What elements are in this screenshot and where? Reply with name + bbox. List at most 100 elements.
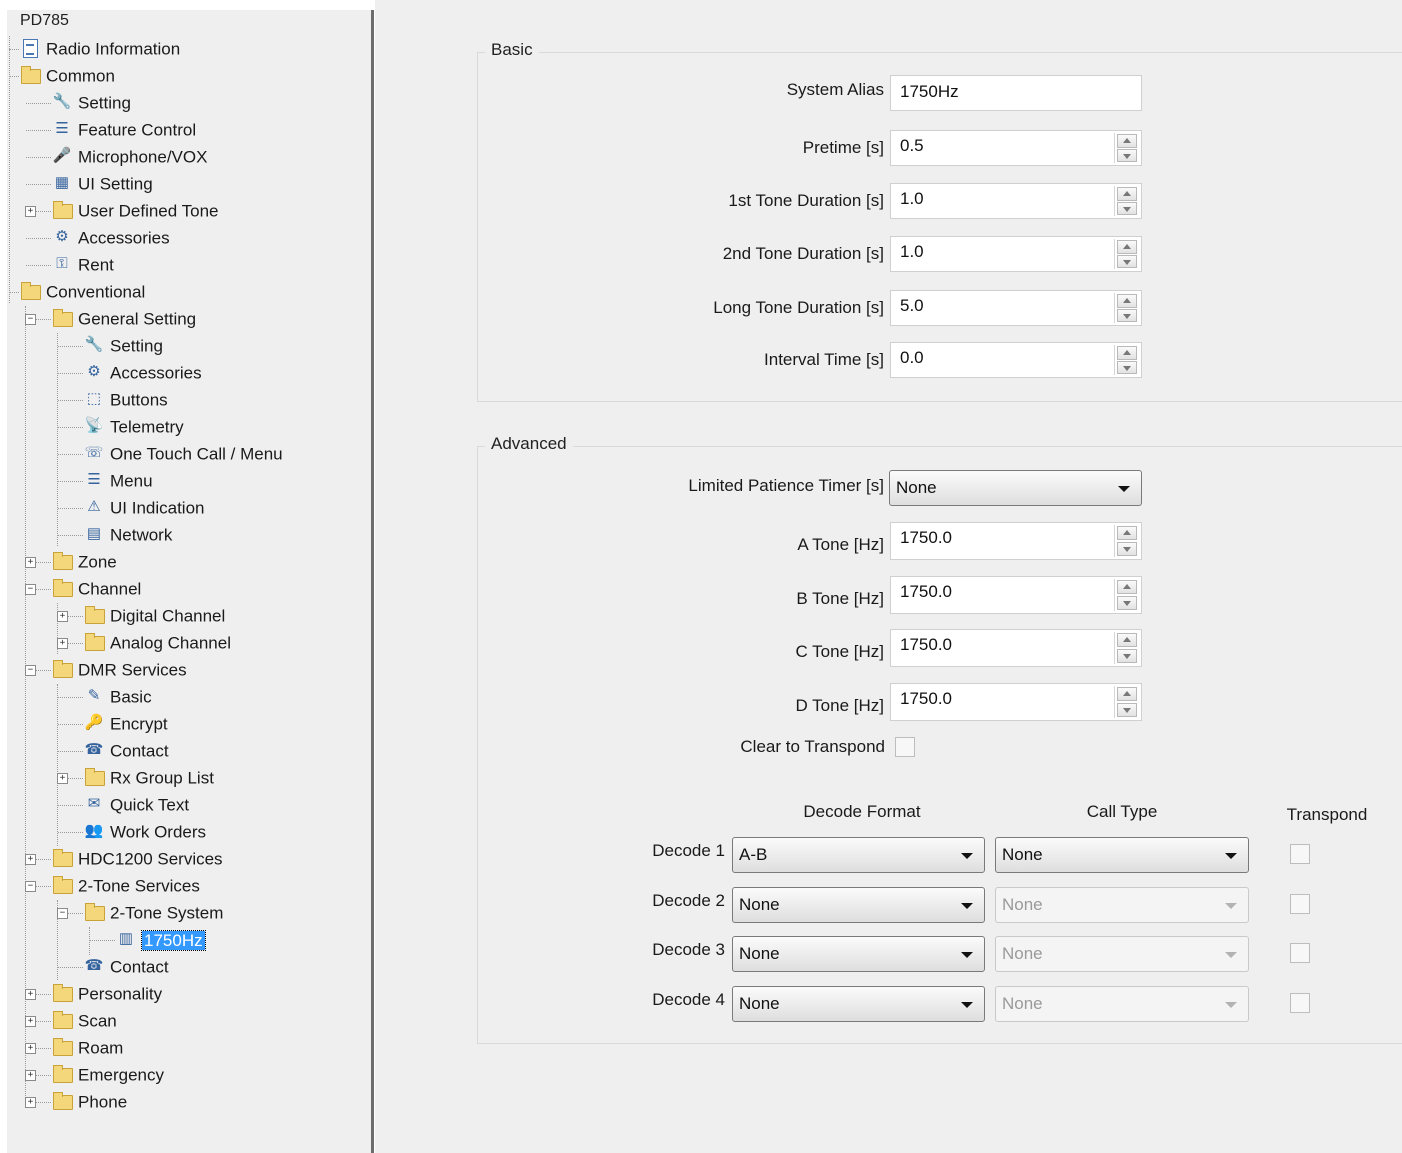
decode-3-format-dropdown[interactable]: None (732, 936, 985, 972)
tree-item-ui-indication[interactable]: ⚠ UI Indication (84, 495, 204, 521)
spin-up-icon[interactable] (1117, 346, 1137, 360)
tree-item-menu[interactable]: ☰ Menu (84, 468, 152, 494)
collapse-icon[interactable]: − (25, 314, 36, 325)
decode-2-transpond-checkbox[interactable] (1290, 894, 1310, 914)
decode-3-transpond-checkbox[interactable] (1290, 943, 1310, 963)
decode-1-format-dropdown[interactable]: A-B (732, 837, 985, 873)
collapse-icon[interactable]: − (25, 584, 36, 595)
tree-item-contact[interactable]: ☎ Contact (84, 738, 169, 764)
tree-item-2-tone-system[interactable]: 2-Tone System (84, 900, 223, 926)
b-tone-hz-spinbox[interactable]: 1750.0 (890, 576, 1142, 614)
expand-icon[interactable]: + (25, 854, 36, 865)
decode-1-transpond-checkbox[interactable] (1290, 844, 1310, 864)
spin-down-icon[interactable] (1117, 541, 1137, 556)
spin-up-icon[interactable] (1117, 687, 1137, 702)
collapse-icon[interactable]: − (25, 881, 36, 892)
tree-item-scan[interactable]: Scan (52, 1008, 117, 1034)
spin-up-icon[interactable] (1117, 187, 1137, 201)
tree-item-one-touch-call-menu[interactable]: ☏ One Touch Call / Menu (84, 441, 283, 467)
tree-item-analog-channel[interactable]: Analog Channel (84, 630, 231, 656)
expand-icon[interactable]: + (25, 557, 36, 568)
tree-item-contact[interactable]: ☎ Contact (84, 954, 169, 980)
a-tone-hz-spinbox[interactable]: 1750.0 (890, 522, 1142, 560)
spin-down-icon[interactable] (1117, 702, 1137, 717)
tree-item-1750hz[interactable]: ▥ 1750Hz (116, 927, 206, 953)
tree-item-general-setting[interactable]: General Setting (52, 306, 196, 332)
tree-item-zone[interactable]: Zone (52, 549, 117, 575)
spin-up-icon[interactable] (1117, 240, 1137, 254)
decode-4-transpond-checkbox[interactable] (1290, 993, 1310, 1013)
tree-item-common[interactable]: Common (20, 63, 115, 89)
tree-item-rx-group-list[interactable]: Rx Group List (84, 765, 214, 791)
tree-item-setting[interactable]: 🔧 Setting (84, 333, 163, 359)
tree-item-basic[interactable]: ✎ Basic (84, 684, 152, 710)
tree-item-hdc1200-services[interactable]: HDC1200 Services (52, 846, 223, 872)
expand-icon[interactable]: + (25, 1043, 36, 1054)
system-alias-input[interactable]: 1750Hz (890, 75, 1142, 111)
spin-up-icon[interactable] (1117, 134, 1137, 148)
c-tone-hz-spinbox[interactable]: 1750.0 (890, 629, 1142, 667)
expand-icon[interactable]: + (25, 1070, 36, 1081)
expand-icon[interactable]: + (57, 611, 68, 622)
tree-item-rent[interactable]: ⚿ Rent (52, 252, 114, 278)
tree-item-accessories[interactable]: ⚙ Accessories (84, 360, 201, 386)
pretime-s-spinbox[interactable]: 0.5 (890, 130, 1142, 166)
tree-item-feature-control[interactable]: ☰ Feature Control (52, 117, 196, 143)
expand-icon[interactable]: + (25, 206, 36, 217)
interval-time-s-spinbox[interactable]: 0.0 (890, 342, 1142, 378)
expand-icon[interactable]: + (25, 1016, 36, 1027)
tree-item-2-tone-services[interactable]: 2-Tone Services (52, 873, 200, 899)
tree-item-telemetry[interactable]: 📡 Telemetry (84, 414, 184, 440)
spin-up-icon[interactable] (1117, 580, 1137, 595)
decode-2-call-type-dropdown: None (995, 887, 1249, 923)
tree-item-quick-text[interactable]: ✉ Quick Text (84, 792, 189, 818)
long-tone-duration-s-spinbox[interactable]: 5.0 (890, 290, 1142, 326)
spin-up-icon[interactable] (1117, 294, 1137, 308)
spin-down-icon[interactable] (1117, 201, 1137, 215)
spin-down-icon[interactable] (1117, 360, 1137, 374)
expand-icon[interactable]: + (25, 1097, 36, 1108)
clear-to-transpond-checkbox[interactable] (895, 737, 915, 757)
tree-item-radio-information[interactable]: Radio Information (20, 36, 180, 62)
tree-item-ui-setting[interactable]: ▦ UI Setting (52, 171, 153, 197)
tree-item-conventional[interactable]: Conventional (20, 279, 145, 305)
tree-item-roam[interactable]: Roam (52, 1035, 123, 1061)
1st-tone-duration-s-spinbox[interactable]: 1.0 (890, 183, 1142, 219)
tree-item-phone[interactable]: Phone (52, 1089, 127, 1115)
spin-down-icon[interactable] (1117, 648, 1137, 663)
tree-item-setting[interactable]: 🔧 Setting (52, 90, 131, 116)
expand-icon[interactable]: + (57, 773, 68, 784)
decode-2-format-dropdown[interactable]: None (732, 887, 985, 923)
spin-up-icon[interactable] (1117, 526, 1137, 541)
spin-down-icon[interactable] (1117, 254, 1137, 268)
spin-down-icon[interactable] (1117, 308, 1137, 322)
expand-icon[interactable]: + (25, 989, 36, 1000)
tree-item-label: Buttons (110, 390, 168, 410)
spin-up-icon[interactable] (1117, 633, 1137, 648)
tree-item-work-orders[interactable]: 👥 Work Orders (84, 819, 206, 845)
spin-down-icon[interactable] (1117, 595, 1137, 610)
tree-item-channel[interactable]: Channel (52, 576, 141, 602)
limited-patience-timer-dropdown[interactable]: None (889, 470, 1142, 506)
tree-item-encrypt[interactable]: 🔑 Encrypt (84, 711, 168, 737)
tree-item-digital-channel[interactable]: Digital Channel (84, 603, 225, 629)
decode-4-format-dropdown[interactable]: None (732, 986, 985, 1022)
collapse-icon[interactable]: − (25, 665, 36, 676)
tree-root-label: PD785 (20, 12, 69, 29)
tree-item-user-defined-tone[interactable]: User Defined Tone (52, 198, 219, 224)
decode-1-call-type-dropdown[interactable]: None (995, 837, 1249, 873)
tree-item-microphone-vox[interactable]: 🎤 Microphone/VOX (52, 144, 208, 170)
decode-3-label: Decode 3 (652, 940, 725, 959)
tree-item-buttons[interactable]: ⬚ Buttons (84, 387, 168, 413)
d-tone-hz-spinbox[interactable]: 1750.0 (890, 683, 1142, 721)
collapse-icon[interactable]: − (57, 908, 68, 919)
expand-icon[interactable]: + (57, 638, 68, 649)
spin-down-icon[interactable] (1117, 148, 1137, 162)
panel-splitter[interactable] (371, 10, 374, 1153)
tree-item-dmr-services[interactable]: DMR Services (52, 657, 187, 683)
tree-item-personality[interactable]: Personality (52, 981, 162, 1007)
tree-item-emergency[interactable]: Emergency (52, 1062, 164, 1088)
tree-item-network[interactable]: ▤ Network (84, 522, 172, 548)
2nd-tone-duration-s-spinbox[interactable]: 1.0 (890, 236, 1142, 272)
tree-item-accessories[interactable]: ⚙ Accessories (52, 225, 169, 251)
